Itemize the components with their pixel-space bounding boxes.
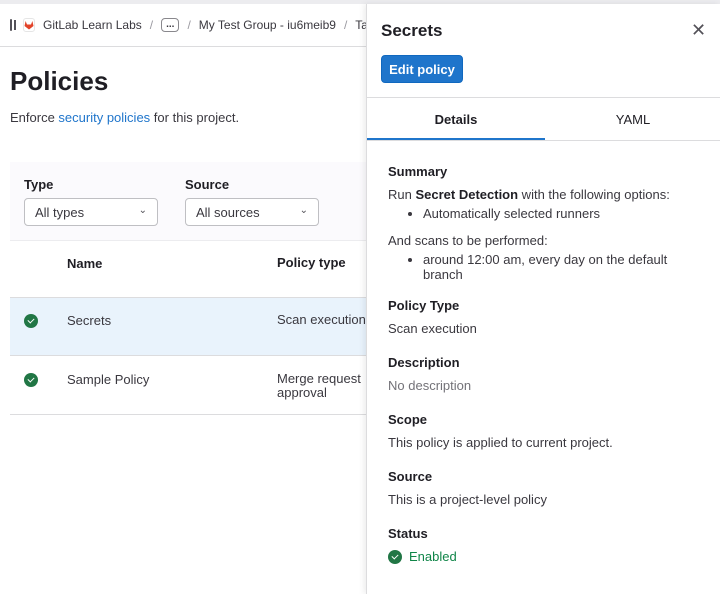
- filters-bar: Type All types ⌄ Source All sources ⌄: [10, 162, 366, 241]
- sidebar-toggle-icon[interactable]: [10, 19, 16, 31]
- breadcrumb-more-button[interactable]: ...: [161, 18, 180, 32]
- column-header-name[interactable]: Name: [67, 256, 102, 271]
- policy-name: Sample Policy: [67, 372, 150, 387]
- run-suffix: with the following options:: [518, 187, 670, 202]
- page-subtitle: Enforce security policies for this proje…: [10, 110, 239, 125]
- breadcrumb-separator: /: [343, 18, 348, 32]
- summary-heading: Summary: [388, 164, 448, 179]
- status-heading: Status: [388, 526, 428, 541]
- scope-heading: Scope: [388, 412, 428, 427]
- source-filter-value: All sources: [196, 205, 260, 220]
- breadcrumb-separator: /: [149, 18, 154, 32]
- breadcrumb-item-group[interactable]: GitLab Learn Labs: [43, 18, 142, 32]
- check-circle-icon: [24, 314, 38, 328]
- tab-details[interactable]: Details: [367, 98, 545, 140]
- table-row[interactable]: Sample Policy Merge request approval: [10, 357, 366, 415]
- scanner-name: Secret Detection: [415, 187, 519, 202]
- description-value: No description: [388, 378, 472, 393]
- source-filter-select[interactable]: All sources ⌄: [185, 198, 319, 226]
- table-row[interactable]: Secrets Scan execution: [10, 298, 366, 356]
- scope-value: This policy is applied to current projec…: [388, 435, 613, 450]
- scan-schedule: around 12:00 am, every day on the defaul…: [423, 252, 683, 282]
- description-heading: Description: [388, 355, 460, 370]
- type-filter-select[interactable]: All types ⌄: [24, 198, 158, 226]
- table-header: Name Policy type: [10, 241, 366, 298]
- status-value: Enabled: [409, 549, 457, 564]
- security-policies-link[interactable]: security policies: [58, 110, 150, 125]
- summary-run-text: Run Secret Detection with the following …: [388, 187, 708, 202]
- status-badge: Enabled: [388, 549, 708, 564]
- type-filter-value: All types: [35, 205, 85, 220]
- subtitle-text: for this project.: [150, 110, 240, 125]
- chevron-down-icon: ⌄: [138, 205, 147, 216]
- breadcrumb-item-project[interactable]: Ta: [355, 18, 366, 32]
- policy-details-drawer: Secrets ✕ Edit policy Details YAML Summa…: [366, 4, 720, 594]
- policy-type-value: Scan execution: [388, 321, 477, 336]
- policy-type: Scan execution: [277, 312, 366, 327]
- scans-label: And scans to be performed:: [388, 233, 548, 248]
- source-filter-label: Source: [185, 177, 230, 192]
- check-circle-icon: [388, 549, 402, 564]
- close-icon[interactable]: ✕: [691, 20, 706, 41]
- gitlab-logo-icon: [23, 18, 35, 32]
- type-filter-label: Type: [24, 177, 54, 192]
- tab-yaml[interactable]: YAML: [545, 98, 720, 140]
- check-circle-icon: [24, 373, 38, 387]
- breadcrumb-item-subgroup[interactable]: My Test Group - iu6meib9: [199, 18, 336, 32]
- drawer-tabs: Details YAML: [367, 98, 720, 141]
- run-prefix: Run: [388, 187, 416, 202]
- edit-policy-button[interactable]: Edit policy: [381, 55, 463, 83]
- source-value: This is a project-level policy: [388, 492, 547, 507]
- summary-option: Automatically selected runners: [423, 206, 708, 221]
- policy-type-heading: Policy Type: [388, 298, 460, 313]
- column-header-policy-type[interactable]: Policy type: [277, 256, 346, 270]
- policy-name: Secrets: [67, 313, 112, 328]
- breadcrumb: GitLab Learn Labs / ... / My Test Group …: [0, 4, 366, 47]
- subtitle-text: Enforce: [10, 110, 59, 125]
- breadcrumb-separator: /: [187, 18, 191, 32]
- details-content: Summary Run Secret Detection with the fo…: [388, 164, 708, 583]
- policy-type: Merge request approval: [277, 371, 361, 400]
- chevron-down-icon: ⌄: [299, 205, 308, 216]
- source-heading: Source: [388, 469, 433, 484]
- page-title: Policies: [10, 66, 109, 96]
- drawer-title: Secrets: [381, 21, 443, 40]
